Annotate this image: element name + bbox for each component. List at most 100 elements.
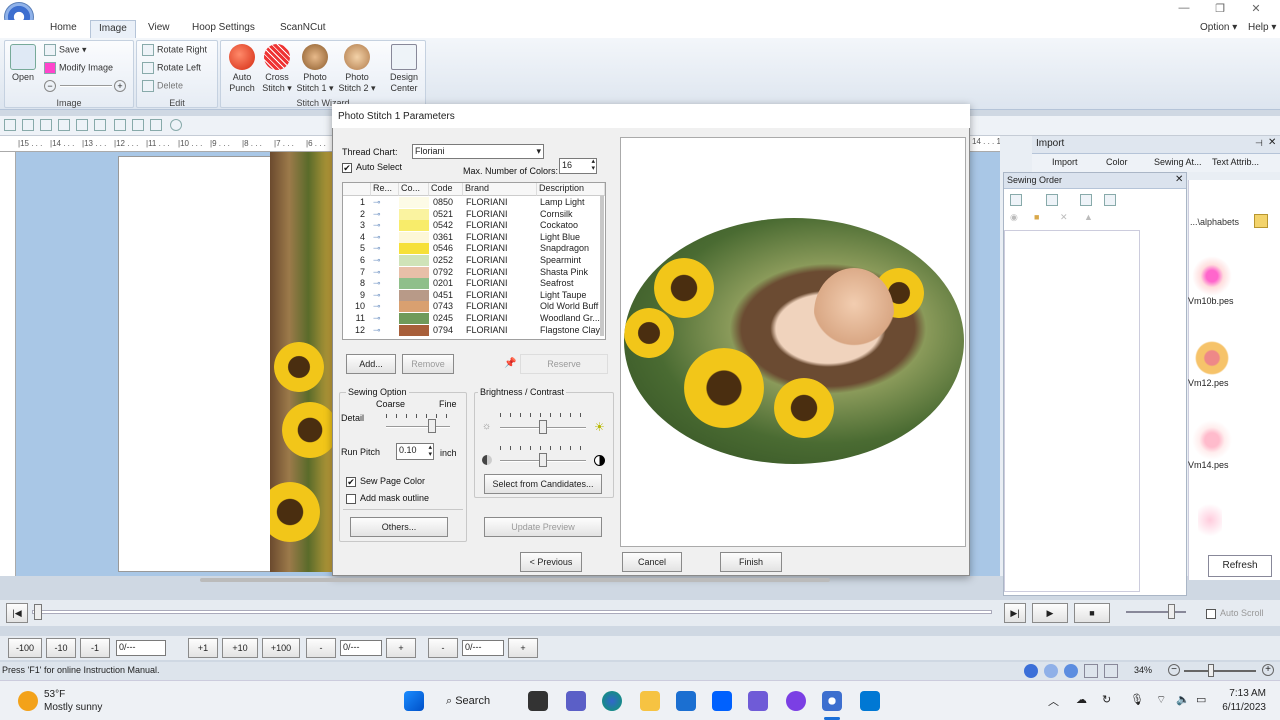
pin-icon[interactable]: ⊣ [1255,138,1263,149]
table-row[interactable]: 5 ⊸ 0546 FLORIANI Snapdragon [343,243,605,255]
table-row[interactable]: 7 ⊸ 0792 FLORIANI Shasta Pink [343,266,605,279]
tab-hoop-settings[interactable]: Hoop Settings [192,22,255,33]
reserve-button[interactable]: Reserve [520,354,608,374]
photo-stitch-1-button[interactable]: Photo Stitch 1 ▾ [296,44,334,94]
wifi-icon[interactable]: ⌔ [1156,693,1166,707]
cloud-icon[interactable]: ☁ [1076,693,1087,706]
frame-select-icon[interactable] [1104,194,1116,206]
auto-scroll-checkbox[interactable]: Auto Scroll [1206,608,1264,619]
edge-icon[interactable] [602,691,622,711]
table-row[interactable]: 2 ⊸ 0521 FLORIANI Cornsilk [343,208,605,221]
skip-back-icon[interactable]: |◀ [6,603,28,623]
sync-icon[interactable]: ↻ [1102,693,1111,706]
pin-icon[interactable]: ⊸ [373,220,381,231]
thumbnail-vm14[interactable]: Vm14.pes [1188,420,1268,470]
help-menu[interactable]: Help ▾ [1248,22,1276,33]
zoom-in-icon[interactable]: + [1262,664,1274,676]
rotate-left-button[interactable]: Rotate Left [142,62,201,74]
col-color[interactable]: Co... [399,183,429,196]
pin-icon[interactable]: ⊸ [373,209,381,220]
save-button[interactable]: Save ▾ [44,44,87,56]
tab-home[interactable]: Home [50,22,77,33]
table-row[interactable]: 6 ⊸ 0252 FLORIANI Spearmint [343,255,605,267]
screen-recorder-icon[interactable] [860,691,880,711]
tab-text-attributes[interactable]: Text Attrib... [1212,157,1259,167]
cancel-button[interactable]: Cancel [622,552,682,572]
image-zoom-slider[interactable]: − + [44,80,130,92]
frame-icon[interactable] [132,119,144,131]
pin-icon[interactable]: ⊸ [373,313,381,324]
dropbox-icon[interactable] [712,691,732,711]
tab-scanncut[interactable]: ScanNCut [280,22,326,33]
tab-sewing-attributes[interactable]: Sewing At... [1154,157,1202,167]
design-center-button[interactable]: Design Center [385,44,423,94]
run-pitch-spinner[interactable]: 0.10 ▴ ▾ [396,443,434,460]
zoom-out-icon[interactable]: − [1168,664,1180,676]
view-mode-3-icon[interactable] [1064,664,1078,678]
pin-icon[interactable]: ⊸ [373,325,381,336]
thread-color-table[interactable]: Re... Co... Code Brand Description 1 ⊸ 085… [342,182,606,340]
max-colors-spinner[interactable]: 16 ▴ ▾ [559,158,597,174]
col-description[interactable]: Description [537,183,605,196]
task-view-icon[interactable] [528,691,548,711]
table-scrollbar[interactable] [600,196,604,336]
save-icon[interactable] [40,119,52,131]
col-code[interactable]: Code [429,183,463,196]
chevron-up-icon[interactable]: ︿ [1048,693,1059,709]
close-panel-icon[interactable]: ✕ [1268,137,1276,148]
pin-icon[interactable]: ⊸ [373,197,381,208]
object-prev-button[interactable]: - [428,638,458,658]
embroidery-app-icon[interactable] [822,691,842,711]
canvas-photo[interactable] [270,152,334,572]
rotate-right-button[interactable]: Rotate Right [142,44,207,56]
restore-icon[interactable]: ❐ [1210,2,1230,15]
pin-icon[interactable]: ⊸ [373,301,381,312]
stitch-forward-1-button[interactable]: +1 [188,638,218,658]
finish-button[interactable]: Finish [720,552,782,572]
playback-slider[interactable] [32,610,992,614]
undo-icon[interactable] [76,119,88,131]
fit-icon[interactable] [1010,194,1022,206]
pin-icon[interactable]: ⊸ [373,278,381,289]
playback-slider-thumb[interactable] [34,604,42,620]
stitch-back-10-button[interactable]: -10 [46,638,76,658]
cursor-icon[interactable]: ▲ [1084,212,1093,222]
thumbnail-vm12[interactable]: Vm12.pes [1188,338,1268,388]
table-row[interactable]: 9 ⊸ 0451 FLORIANI Light Taupe [343,289,605,302]
auto-punch-button[interactable]: Auto Punch [223,44,261,94]
view-icon[interactable] [150,119,162,131]
speed-slider[interactable] [1126,611,1186,613]
close-icon[interactable]: ✕ [1246,2,1266,15]
detail-slider[interactable] [386,414,450,436]
stop-icon[interactable]: ■ [1074,603,1110,623]
table-row[interactable]: 8 ⊸ 0201 FLORIANI Seafrost [343,278,605,290]
tab-import[interactable]: Import [1052,157,1078,167]
stitch-forward-100-button[interactable]: +100 [262,638,300,658]
lock-icon[interactable]: ■ [1034,212,1039,222]
col-brand[interactable]: Brand [463,183,537,196]
mail-icon[interactable] [676,691,696,711]
help-icon[interactable] [170,119,182,131]
view-mode-2-icon[interactable] [1044,664,1058,678]
color-prev-button[interactable]: - [306,638,336,658]
stitch-back-1-button[interactable]: -1 [80,638,110,658]
photo-stitch-2-button[interactable]: Photo Stitch 2 ▾ [338,44,376,94]
object-counter[interactable]: 0/--- [462,640,504,656]
select-from-candidates-button[interactable]: Select from Candidates... [484,474,602,494]
table-row[interactable]: 1 ⊸ 0850 FLORIANI Lamp Light [343,197,605,209]
table-row[interactable]: 10 ⊸ 0743 FLORIANI Old World Buff [343,301,605,313]
thumbnail-vm10b[interactable]: Vm10b.pes [1188,256,1268,306]
pin-icon[interactable]: ⊸ [373,255,381,266]
weather-icon[interactable] [18,691,38,711]
option-menu[interactable]: Option ▾ [1200,22,1237,33]
pin-icon[interactable]: ⊸ [373,290,381,301]
skip-forward-icon[interactable]: ▶| [1004,603,1026,623]
color-next-button[interactable]: + [386,638,416,658]
stitch-forward-10-button[interactable]: +10 [222,638,258,658]
file-explorer-icon[interactable] [640,691,660,711]
taskbar-search[interactable]: ⌕ Search [446,689,506,713]
pin-icon[interactable]: ⊸ [373,267,381,278]
others-button[interactable]: Others... [350,517,448,537]
view-mode-1-icon[interactable] [1024,664,1038,678]
cut-icon[interactable]: ✕ [1060,212,1068,223]
